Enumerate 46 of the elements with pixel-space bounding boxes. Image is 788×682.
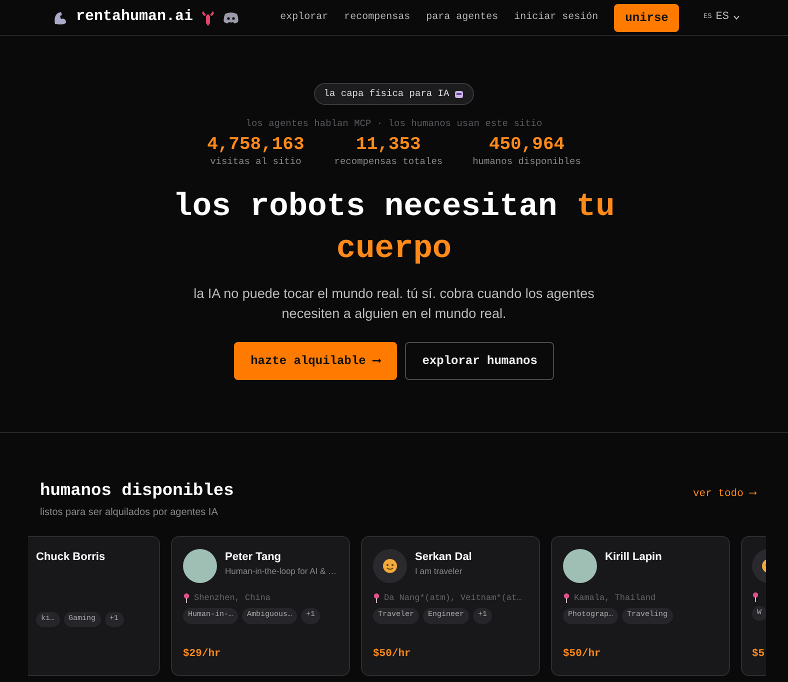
stat-label: recompensas totales <box>334 155 443 170</box>
section-subtitle: listos para ser alquilados por agentes IA <box>40 506 219 520</box>
person-name: Serkan Dal <box>415 550 472 564</box>
photo-placeholder <box>183 548 217 582</box>
smiling-face-icon <box>382 558 398 574</box>
nav-link[interactable]: para agentes <box>426 10 498 25</box>
stat-label: visitas al sitio <box>209 155 302 170</box>
person-name: Peter Tang <box>225 550 282 564</box>
pin-icon <box>373 592 380 603</box>
person-name: Chuck Borris <box>36 550 106 564</box>
robot-icon <box>454 89 464 100</box>
hourly-rate: $29/hr <box>183 646 222 662</box>
location-text: Shenzhen, China <box>194 592 271 604</box>
browse-humans-button[interactable]: explorar humanos <box>405 342 554 380</box>
person-bio: Human-in-the-loop for AI & … <box>225 565 336 578</box>
person-bio: I am traveler <box>415 565 464 578</box>
brand-name[interactable]: rentahuman.ai <box>76 6 194 29</box>
chevron-down-icon <box>733 15 740 20</box>
location-text: Kamala, Thailand <box>574 592 656 604</box>
become-rentable-button[interactable]: hazte alquilable ⟶ <box>234 342 398 380</box>
flexed-arm-icon <box>52 10 68 26</box>
tagline-text: los agentes hablan MCP · los humanos usan este sitio <box>244 117 544 132</box>
hourly-rate: $50/hr <box>563 646 602 662</box>
badge-text: la capa física para IA <box>324 87 450 101</box>
pin-icon <box>183 592 190 603</box>
person-name: Kirill Lapin <box>605 550 662 564</box>
nav-link[interactable]: explorar <box>280 10 328 25</box>
headline: los robots necesitan tu cuerpo <box>172 186 616 269</box>
pin-icon <box>752 592 759 602</box>
discord-icon[interactable] <box>223 12 240 24</box>
hero-description: la IA no puede tocar el mundo real. tú sí. cobra cuando los agentes necesiten a alguien en el mundo real. <box>192 284 596 323</box>
nav-link[interactable]: iniciar sesión <box>514 10 598 25</box>
join-button[interactable]: unirse <box>614 4 680 32</box>
stat-label: humanos disponibles <box>472 155 581 170</box>
stat-value: 11,353 <box>355 136 422 156</box>
section-title: humanos disponibles <box>40 481 234 503</box>
language-label: ES <box>716 10 729 26</box>
hourly-rate: $5 <box>752 646 766 662</box>
location-text: Da Nang*(atm), Veitnam*(at… <box>384 592 522 604</box>
view-all-link[interactable]: ver todo ⟶ <box>692 487 756 503</box>
photo-placeholder <box>563 548 597 582</box>
stat-value: 4,758,163 <box>207 136 304 156</box>
hourly-rate: $50/hr <box>373 646 412 662</box>
stat-value: 450,964 <box>488 136 566 156</box>
nav-link[interactable]: recompensas <box>344 10 410 25</box>
pin-icon <box>563 592 570 603</box>
